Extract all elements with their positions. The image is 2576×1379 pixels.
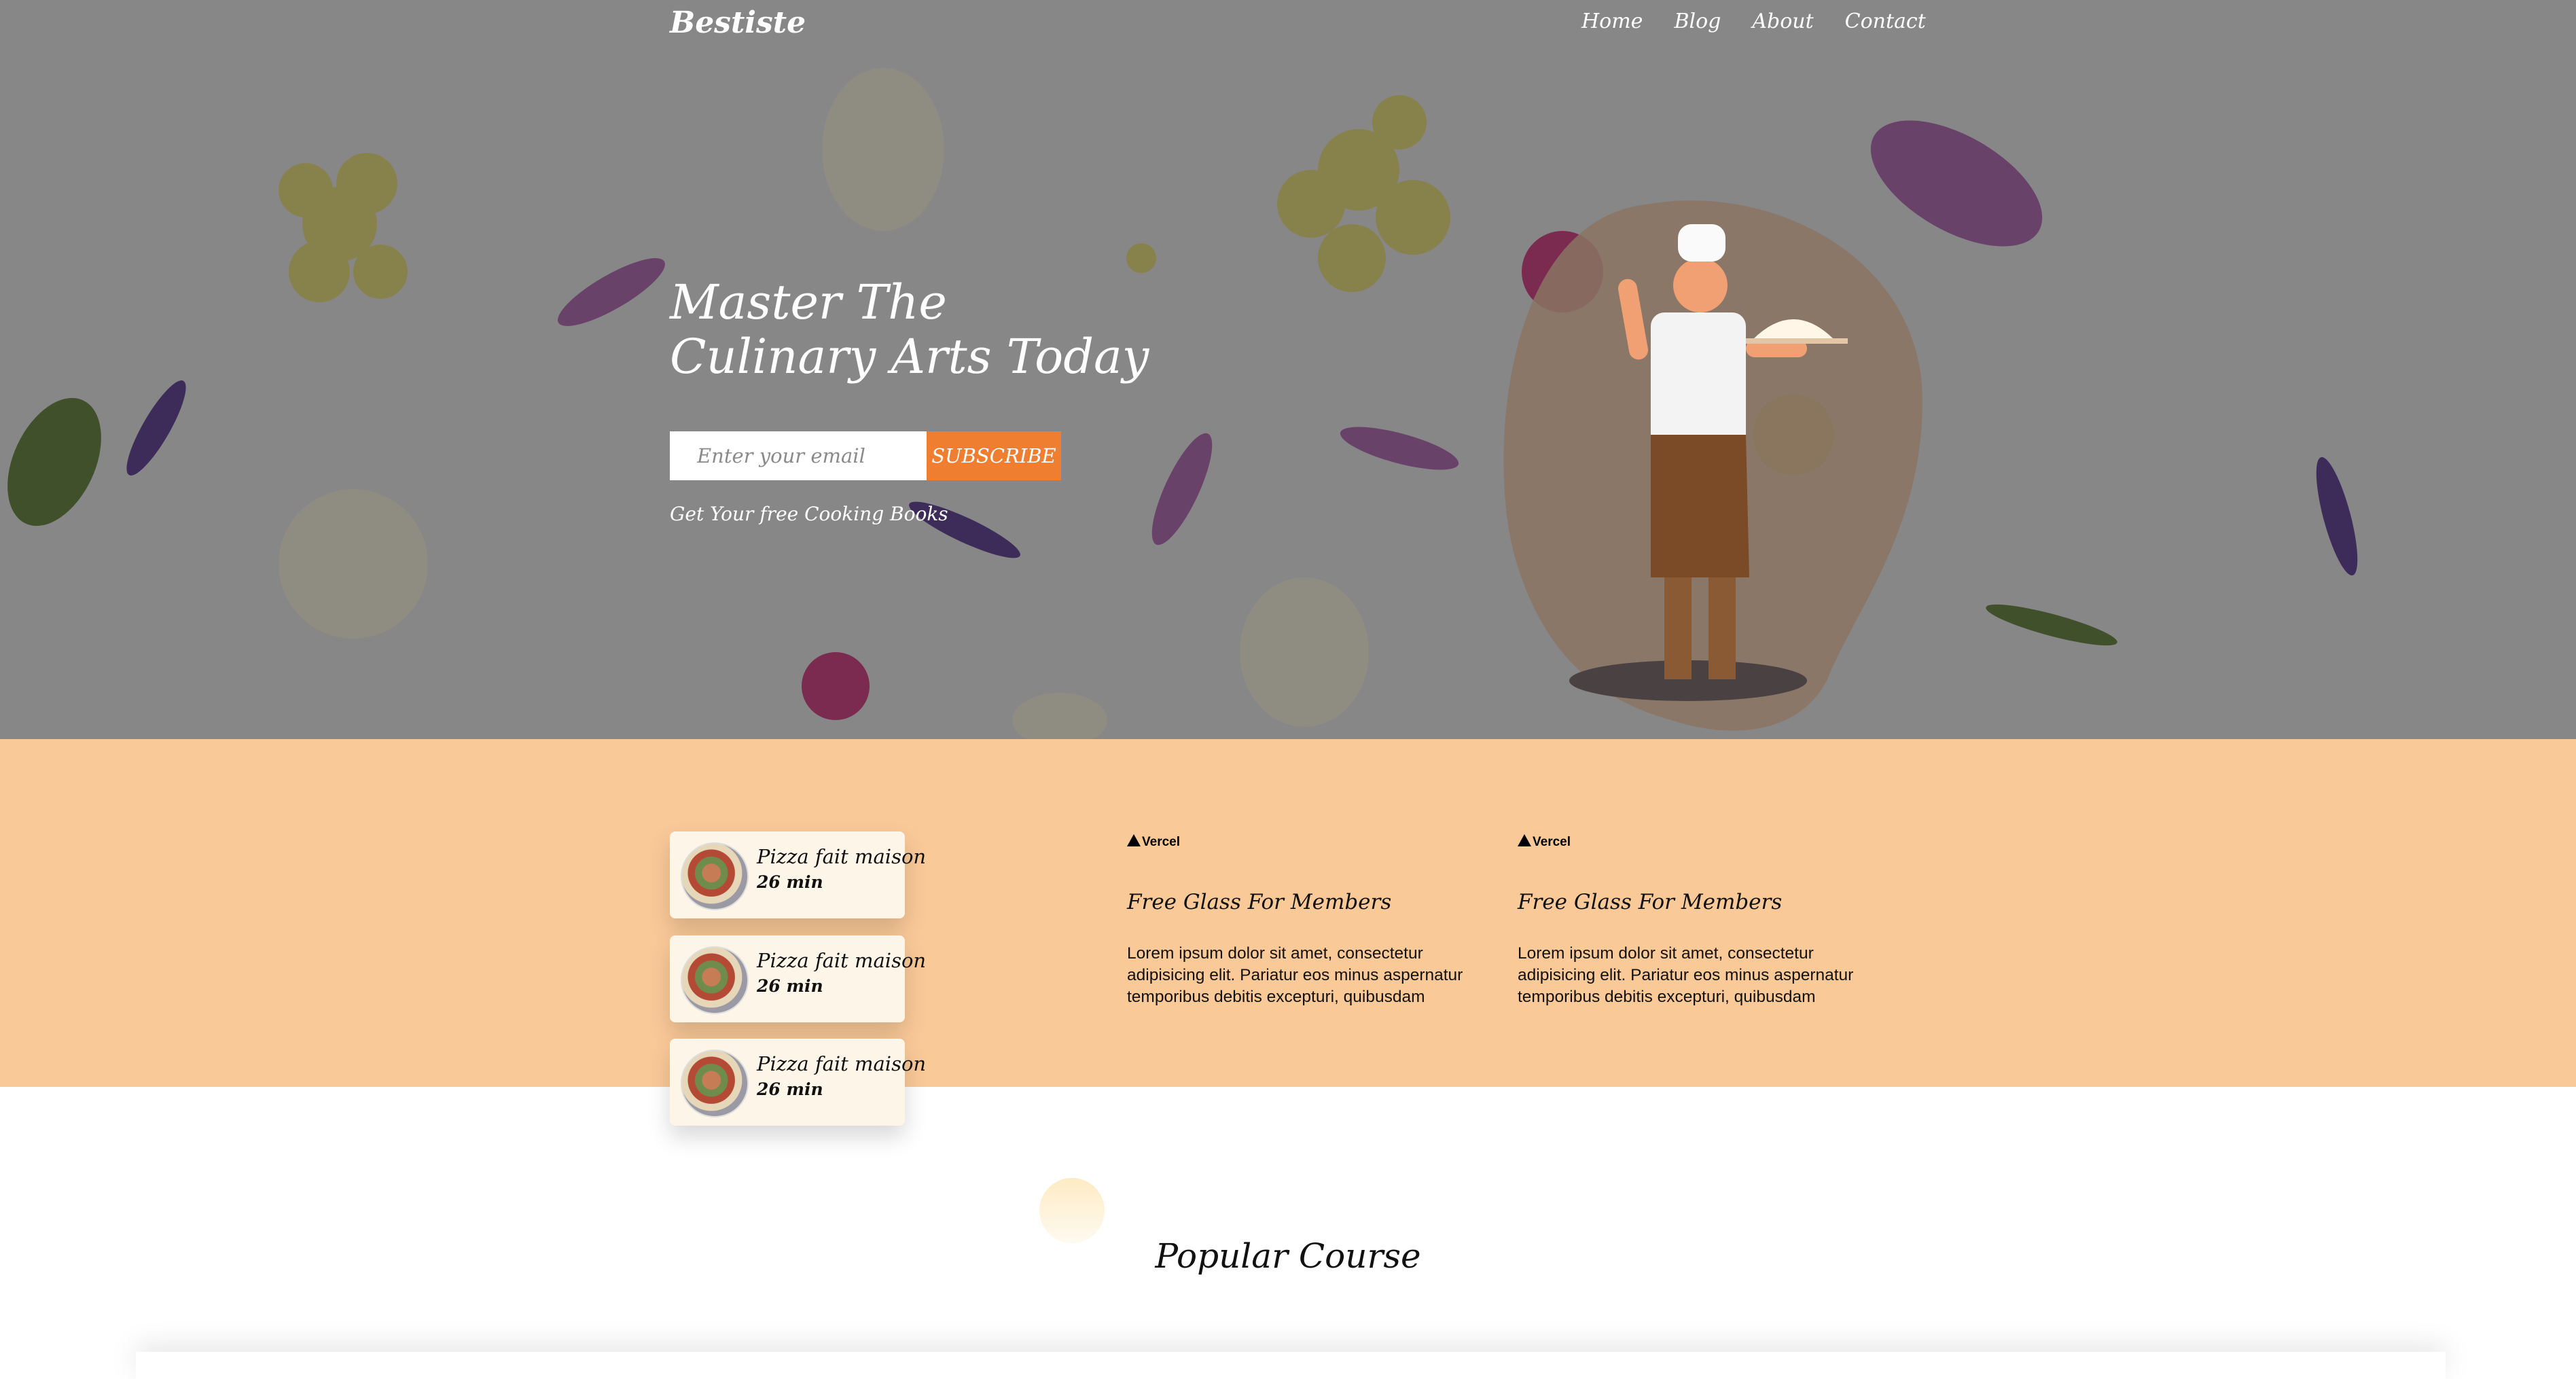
hero-title-line-1: Master The [670,274,947,330]
nav-home[interactable]: Home [1581,10,1643,33]
recipe-name: Pizza fait maison [757,949,927,972]
free-books-text: Get Your free Cooking Books [670,503,948,525]
vercel-logo-text: Vercel [1533,835,1571,849]
section-title: Popular Course [1155,1236,1421,1276]
nav-about[interactable]: About [1752,10,1813,33]
recipe-card[interactable]: Pizza fait maison 26 min [670,1039,926,1126]
vercel-logo: Vercel [1518,834,1571,850]
chef-illustration [1503,200,1922,731]
recipe-time: 26 min [757,872,823,892]
brand-logo[interactable]: Bestiste [670,5,806,40]
recipe-time: 26 min [757,976,823,996]
nav-contact[interactable]: Contact [1845,10,1926,33]
feature-block: Vercel Free Glass For Members Lorem ipsu… [1518,834,1884,1024]
triangle-icon [1127,834,1141,846]
vercel-logo: Vercel [1127,834,1180,850]
email-input[interactable] [670,431,927,480]
recipe-time: 26 min [757,1079,823,1099]
course-cards-strip [136,1352,2446,1379]
recipe-name: Pizza fait maison [757,845,927,868]
recipe-card[interactable]: Pizza fait maison 26 min [670,831,926,918]
vercel-logo-text: Vercel [1142,835,1180,849]
triangle-icon [1518,834,1531,846]
nav-blog[interactable]: Blog [1674,10,1721,33]
pizza-thumbnail-image [681,946,749,1014]
hero-title: Master The Culinary Arts Today [670,275,1186,384]
hero-title-line-2: Culinary Arts Today [670,329,1149,384]
pizza-thumbnail-image [681,842,749,910]
hero-section: Bestiste Home Blog About Contact Master … [0,0,2576,739]
feature-description: Lorem ipsum dolor sit amet, consectetur … [1518,944,1854,1006]
recipe-name: Pizza fait maison [757,1052,927,1075]
feature-title: Free Glass For Members [1518,890,1783,914]
feature-block: Vercel Free Glass For Members Lorem ipsu… [1127,834,1494,1024]
main-nav: Home Blog About Contact [1581,10,1926,33]
recipe-card[interactable]: Pizza fait maison 26 min [670,935,926,1022]
feature-description: Lorem ipsum dolor sit amet, consectetur … [1127,944,1463,1006]
feature-title: Free Glass For Members [1127,890,1392,914]
hero-overlay [0,0,2576,739]
subscribe-button[interactable]: SUBSCRIBE [927,431,1061,480]
decorative-circle [1039,1178,1105,1243]
pizza-thumbnail-image [681,1050,749,1117]
